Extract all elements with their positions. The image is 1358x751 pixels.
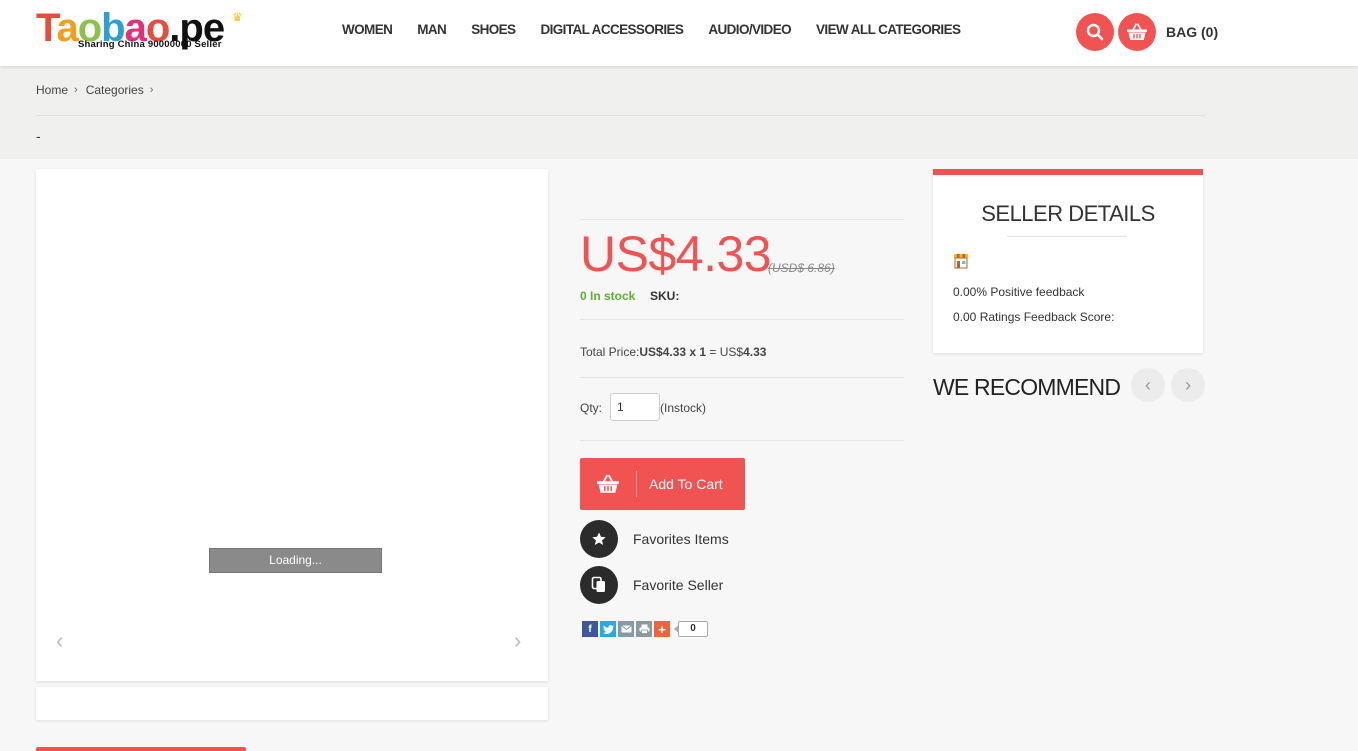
breadcrumb-categories[interactable]: Categories [86, 83, 144, 97]
breadcrumb-band: Home › Categories › - [0, 66, 1358, 159]
total-price: Total Price:US$4.33 x 1 = US$4.33 [580, 345, 766, 359]
favorite-seller-button[interactable]: Favorite Seller [580, 566, 723, 604]
nav-audio-video[interactable]: AUDIO/VIDEO [708, 22, 791, 37]
copy-icon [580, 566, 618, 604]
we-recommend-heading: WE RECOMMEND [933, 374, 1121, 400]
ratings-feedback-score: 0.00 Ratings Feedback Score: [953, 310, 1115, 324]
divider [580, 440, 904, 441]
breadcrumb: Home › Categories › [36, 83, 161, 97]
share-count: 0 [674, 621, 708, 637]
breadcrumb-home[interactable]: Home [36, 83, 68, 97]
tab-indicator[interactable] [36, 747, 246, 751]
divider [580, 219, 904, 220]
divider [1007, 236, 1127, 237]
seller-details-title: SELLER DETAILS [981, 201, 1155, 226]
sku-label: SKU: [650, 289, 680, 303]
total-price-equals: = US$ [706, 345, 744, 359]
original-price: (USD$ 6.86) [768, 261, 835, 275]
recommend-next-button[interactable]: › [1171, 368, 1205, 402]
divider [36, 115, 1206, 116]
twitter-icon[interactable] [600, 621, 616, 637]
add-to-cart-label: Add To Cart [649, 476, 723, 492]
nav-man[interactable]: MAN [417, 22, 447, 37]
qty-label: Qty: [580, 401, 603, 415]
favorite-seller-label: Favorite Seller [633, 577, 724, 593]
nav-women[interactable]: WOMEN [342, 22, 393, 37]
chevron-right-icon: › [74, 84, 78, 96]
nav-digital-accessories[interactable]: DIGITAL ACCESSORIES [540, 22, 683, 37]
favorites-items-button[interactable]: Favorites Items [580, 520, 729, 558]
nav-view-all-categories[interactable]: VIEW ALL CATEGORIES [816, 22, 961, 37]
seller-details-panel: SELLER DETAILS 0.00% Positive feedback 0… [933, 169, 1203, 353]
instock-label: (Instock) [660, 401, 707, 415]
basket-icon [580, 471, 637, 497]
star-icon [580, 520, 618, 558]
email-icon[interactable] [618, 621, 634, 637]
chevron-right-icon: › [149, 84, 154, 96]
bag-button[interactable] [1118, 13, 1156, 51]
basket-icon [1127, 23, 1147, 40]
site-header: Taobao.pe ♛ Sharing China 90000000 Selle… [0, 0, 1358, 66]
recommend-prev-button[interactable]: ‹ [1131, 368, 1165, 402]
page-title: - [36, 128, 41, 144]
main-nav: WOMEN MAN SHOES DIGITAL ACCESSORIES AUDI… [342, 22, 985, 37]
share-bar: f + 0 [582, 621, 708, 637]
crown-icon: ♛ [232, 10, 243, 24]
gallery-prev-icon[interactable]: ‹ [56, 630, 63, 652]
thumbnail-strip [36, 687, 548, 720]
site-logo[interactable]: Taobao.pe ♛ Sharing China 90000000 Selle… [36, 6, 286, 52]
total-price-unit: US$4.33 x 1 [639, 345, 707, 359]
search-icon [1086, 23, 1104, 41]
product-price: US$4.33 [580, 226, 772, 282]
total-price-label: Total Price: [580, 345, 640, 359]
nav-shoes[interactable]: SHOES [471, 22, 516, 37]
gallery-next-icon[interactable]: › [514, 630, 521, 652]
add-share-icon[interactable]: + [654, 621, 670, 637]
divider [580, 319, 904, 320]
facebook-icon[interactable]: f [582, 621, 598, 637]
add-to-cart-button[interactable]: Add To Cart [580, 458, 745, 510]
divider [580, 377, 904, 378]
loading-indicator: Loading... [209, 548, 382, 573]
logo-tagline: Sharing China 90000000 Seller [78, 39, 222, 50]
product-image-gallery: Loading... ‹ › [36, 169, 548, 681]
bag-count-label[interactable]: BAG (0) [1166, 24, 1218, 40]
total-price-value: 4.33 [743, 345, 767, 359]
quantity-input[interactable] [610, 393, 660, 421]
shop-icon [954, 254, 968, 269]
print-icon[interactable] [636, 621, 652, 637]
stock-status: 0 In stock [580, 289, 636, 303]
favorites-items-label: Favorites Items [633, 531, 729, 547]
positive-feedback: 0.00% Positive feedback [953, 285, 1085, 299]
chevron-left-icon: ‹ [1145, 374, 1151, 395]
search-button[interactable] [1076, 13, 1114, 51]
chevron-right-icon: › [1185, 374, 1191, 395]
